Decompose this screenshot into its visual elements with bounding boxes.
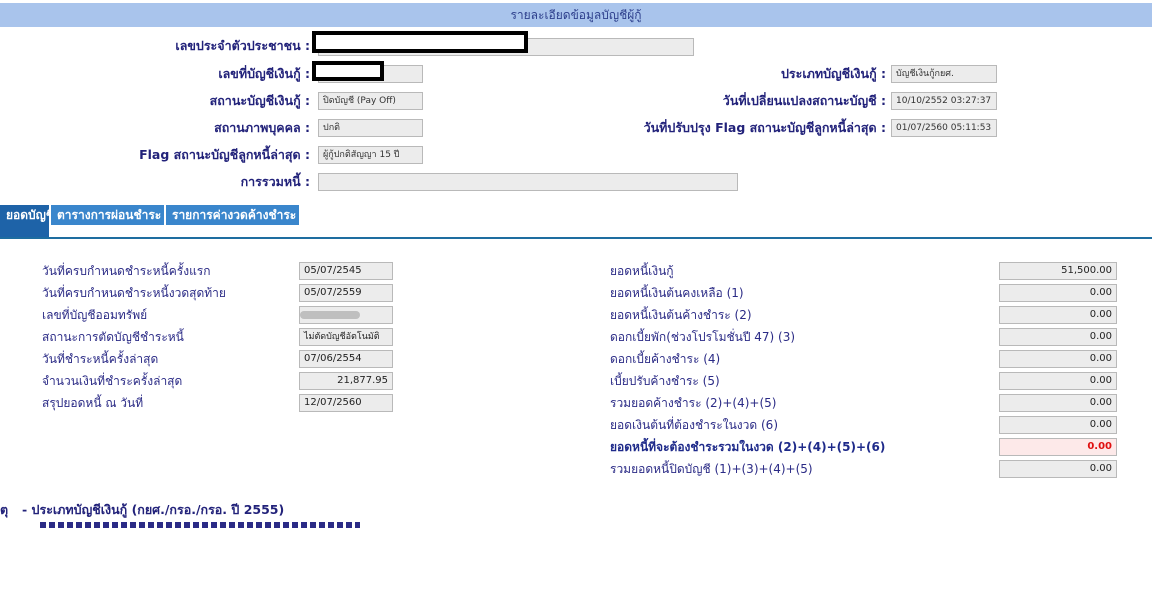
payoff-total-label: รวมยอดหนี้ปิดบัญชี (1)+(3)+(4)+(5) — [610, 462, 813, 476]
loan-type-field: บัญชีเงินกู้กยศ. — [891, 65, 997, 83]
redaction-box — [312, 31, 528, 53]
savings-account-label: เลขที่บัญชีออมทรัพย์ — [42, 308, 148, 322]
account-status-field: ปิดบัญชี (Pay Off) — [318, 92, 423, 110]
principal-overdue-label: ยอดหนี้เงินต้นค้างชำระ (2) — [610, 308, 752, 322]
principal-remaining-value: 0.00 — [999, 284, 1117, 302]
total-due-label: ยอดหนี้ที่จะต้องชำระรวมในงวด (2)+(4)+(5)… — [610, 440, 886, 454]
id-card-label: เลขประจำตัวประชาชน : — [175, 38, 310, 53]
total-due-value: 0.00 — [999, 438, 1117, 456]
tab-balance[interactable]: ยอดบัญชี — [0, 205, 54, 238]
note-line-1: - ประเภทบัญชีเงินกู้ (กยศ./กรอ./กรอ. ปี … — [22, 502, 285, 517]
loan-balance-label: ยอดหนี้เงินกู้ — [610, 264, 674, 278]
last-payment-amount-label: จำนวนเงินที่ชำระครั้งล่าสุด — [42, 374, 183, 388]
person-status-field: ปกติ — [318, 119, 423, 137]
overdue-penalty-label: เบี้ยปรับค้างชำระ (5) — [610, 374, 720, 388]
tab-payment-schedule[interactable]: ตารางการผ่อนชำระ — [51, 205, 165, 225]
tab-divider — [0, 237, 1152, 239]
total-overdue-label: รวมยอดค้างชำระ (2)+(4)+(5) — [610, 396, 777, 410]
overdue-interest-label: ดอกเบี้ยค้างชำระ (4) — [610, 352, 721, 366]
flag-status-field: ผู้กู้ปกติสัญญา 15 ปี — [318, 146, 423, 164]
flag-status-label: Flag สถานะบัญชีลูกหนี้ล่าสุด : — [139, 147, 310, 162]
page-header: รายละเอียดข้อมูลบัญชีผู้กู้ — [0, 3, 1152, 27]
installment-principal-value: 0.00 — [999, 416, 1117, 434]
status-change-date-label: วันที่เปลี่ยนแปลงสถานะบัญชี : — [722, 93, 886, 108]
last-payment-date-label: วันที่ชำระหนี้ครั้งล่าสุด — [42, 352, 159, 366]
last-payment-date-value: 07/06/2554 — [299, 350, 393, 368]
loan-type-label: ประเภทบัญชีเงินกู้ : — [780, 66, 886, 81]
overdue-penalty-value: 0.00 — [999, 372, 1117, 390]
summary-date-value: 12/07/2560 — [299, 394, 393, 412]
principal-remaining-label: ยอดหนี้เงินต้นคงเหลือ (1) — [610, 286, 744, 300]
status-change-date-field: 10/10/2552 03:27:37 — [891, 92, 997, 110]
principal-overdue-value: 0.00 — [999, 306, 1117, 324]
account-status-label: สถานะบัญชีเงินกู้ : — [209, 93, 310, 108]
flag-update-date-label: วันที่ปรับปรุง Flag สถานะบัญชีลูกหนี้ล่า… — [643, 120, 886, 135]
first-due-date-label: วันที่ครบกำหนดชำระหนี้ครั้งแรก — [42, 264, 211, 278]
account-no-label: เลขที่บัญชีเงินกู้ : — [218, 66, 310, 81]
summary-date-label: สรุปยอดหนี้ ณ วันที่ — [42, 396, 144, 410]
installment-principal-label: ยอดเงินต้นที่ต้องชำระในงวด (6) — [610, 418, 778, 432]
redaction-box-2 — [312, 61, 384, 81]
note-line-2-clipped — [40, 522, 360, 528]
last-payment-amount-value: 21,877.95 — [299, 372, 393, 390]
loan-balance-value: 51,500.00 — [999, 262, 1117, 280]
last-due-date-label: วันที่ครบกำหนดชำระหนี้งวดสุดท้าย — [42, 286, 226, 300]
first-due-date-value: 05/07/2545 — [299, 262, 393, 280]
payoff-total-value: 0.00 — [999, 460, 1117, 478]
auto-debit-status-label: สถานะการตัดบัญชีชำระหนี้ — [42, 330, 184, 344]
promo-interest-value: 0.00 — [999, 328, 1117, 346]
redacted-savings-account — [300, 311, 360, 319]
auto-debit-status-value: ไม่ตัดบัญชีอัตโนมัติ — [299, 328, 393, 346]
debt-merge-field — [318, 173, 738, 191]
total-overdue-value: 0.00 — [999, 394, 1117, 412]
person-status-label: สถานภาพบุคคล : — [214, 120, 310, 135]
flag-update-date-field: 01/07/2560 05:11:53 — [891, 119, 997, 137]
promo-interest-label: ดอกเบี้ยพัก(ช่วงโปรโมชั่นปี 47) (3) — [610, 330, 796, 344]
tab-overdue-installments[interactable]: รายการค่างวดค้างชำระ — [166, 205, 300, 225]
debt-merge-label: การรวมหนี้ : — [240, 174, 310, 189]
overdue-interest-value: 0.00 — [999, 350, 1117, 368]
last-due-date-value: 05/07/2559 — [299, 284, 393, 302]
note-prefix: ตุ — [0, 502, 9, 517]
